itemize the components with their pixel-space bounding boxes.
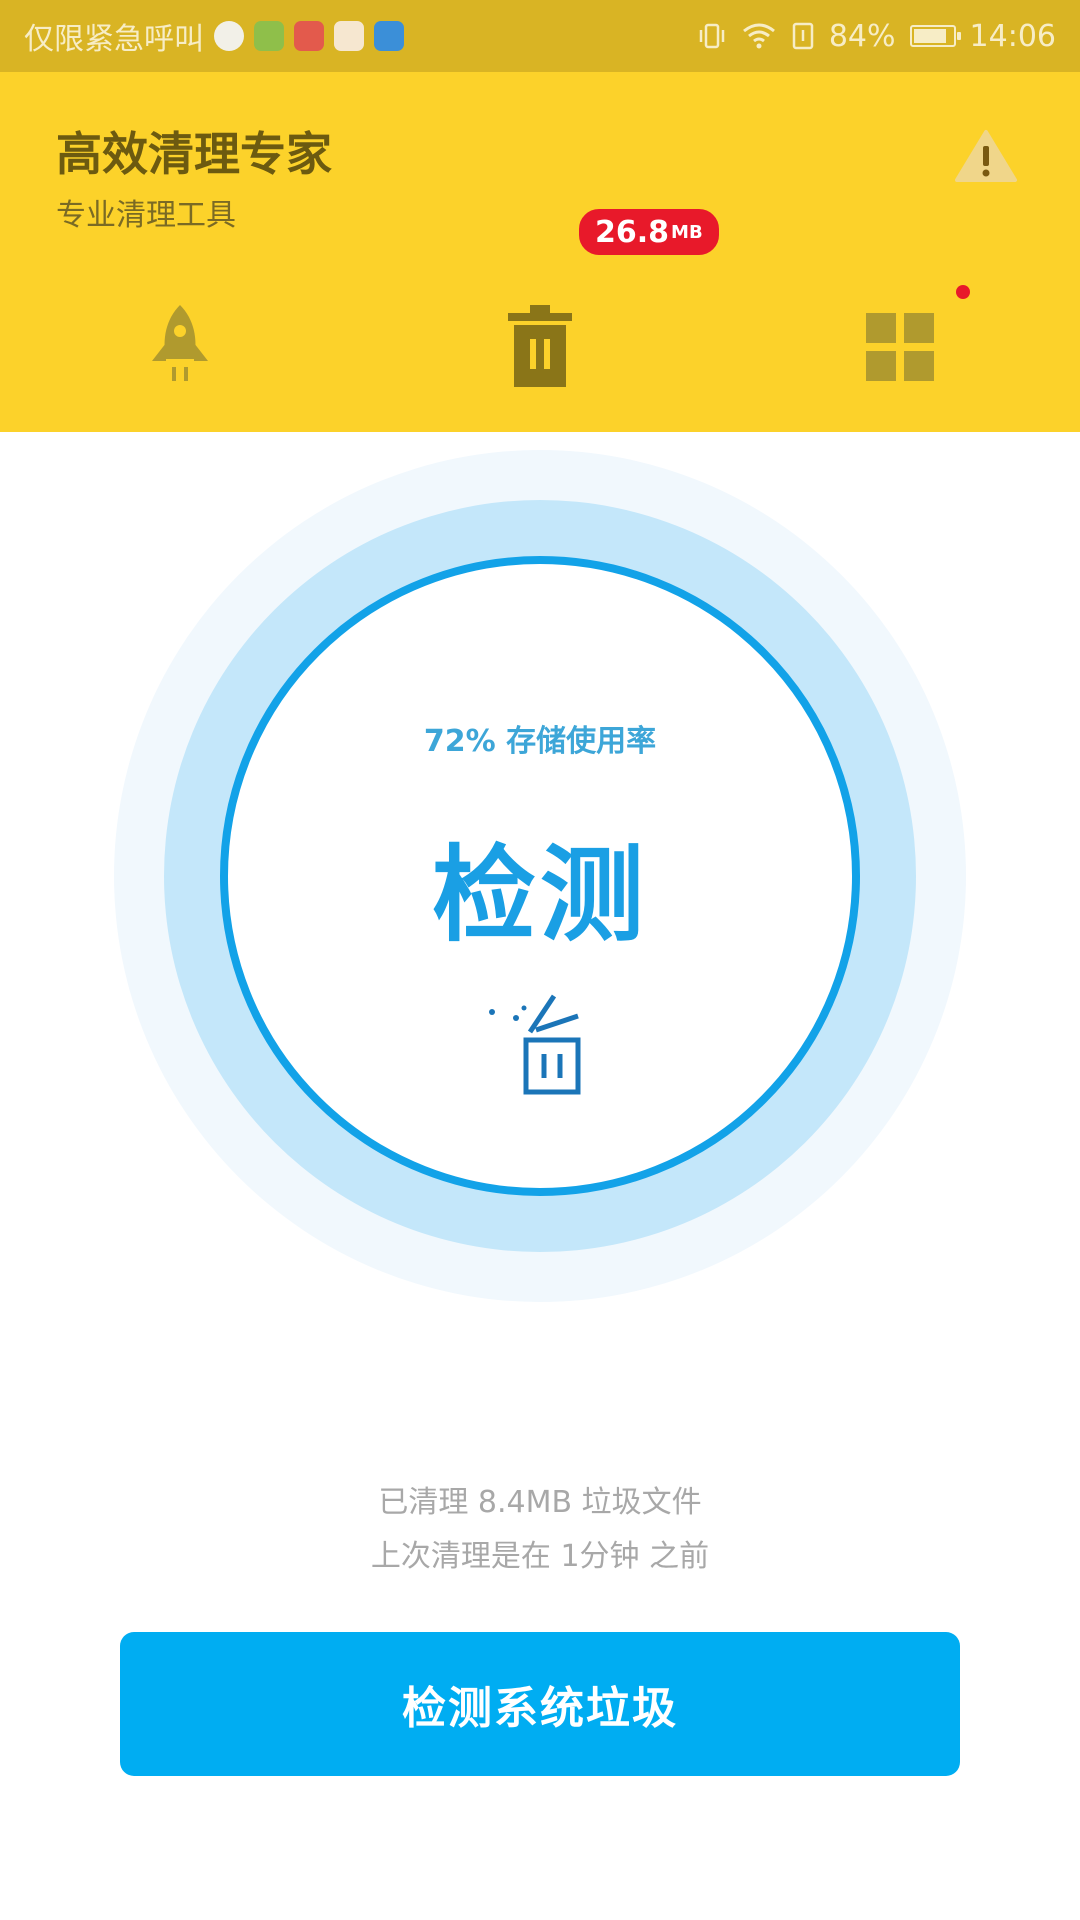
scan-circle[interactable]: 72% 存储使用率 检测	[114, 450, 966, 1302]
vibrate-icon	[699, 23, 725, 49]
carrier-text: 仅限紧急呼叫	[24, 22, 204, 57]
rocket-icon	[152, 305, 208, 381]
cleaned-line: 已清理 8.4MB 垃圾文件	[378, 1485, 702, 1520]
wifi-icon	[742, 23, 775, 49]
wechat-icon	[214, 21, 244, 51]
junk-size-badge: 26.8 MB	[576, 206, 722, 258]
notification-dot	[956, 285, 970, 299]
status-left: 仅限紧急呼叫	[24, 14, 404, 58]
android-icon	[254, 21, 284, 51]
screen: 仅限紧急呼叫 84% 14:06 高效清理专家 专业清理工具 26.8 MB 7…	[0, 0, 1080, 1920]
trash-icon	[508, 305, 572, 387]
app-title: 高效清理专家	[56, 127, 332, 181]
grid-icon	[866, 313, 934, 381]
nav-boost[interactable]	[100, 272, 260, 422]
detect-system-junk-button[interactable]: 检测系统垃圾	[120, 1632, 960, 1776]
warning-icon[interactable]	[954, 128, 1018, 184]
last-clean-line: 上次清理是在 1分钟 之前	[370, 1539, 710, 1574]
nav-clean[interactable]	[460, 272, 620, 422]
storage-usage-label: 72% 存储使用率	[423, 724, 657, 759]
battery-level	[913, 29, 946, 43]
status-right: 84% 14:06	[697, 19, 1056, 54]
broom-bin-icon	[489, 994, 581, 1095]
status-bar: 仅限紧急呼叫 84% 14:06	[0, 0, 1080, 72]
badge-value: 26.8	[595, 214, 670, 250]
calendar-icon	[294, 21, 324, 51]
badge-unit: MB	[671, 221, 703, 243]
browser-icon	[374, 21, 404, 51]
calendar-icon	[334, 21, 364, 51]
app-subtitle: 专业清理工具	[56, 198, 236, 233]
nav-row	[0, 272, 1080, 422]
battery-icon	[909, 25, 961, 47]
clock: 14:06	[969, 18, 1056, 54]
detect-label: 检测	[431, 834, 648, 956]
sim-icon	[792, 22, 814, 50]
clean-info: 已清理 8.4MB 垃圾文件 上次清理是在 1分钟 之前	[0, 1476, 1080, 1584]
battery-percent: 84%	[828, 18, 896, 54]
